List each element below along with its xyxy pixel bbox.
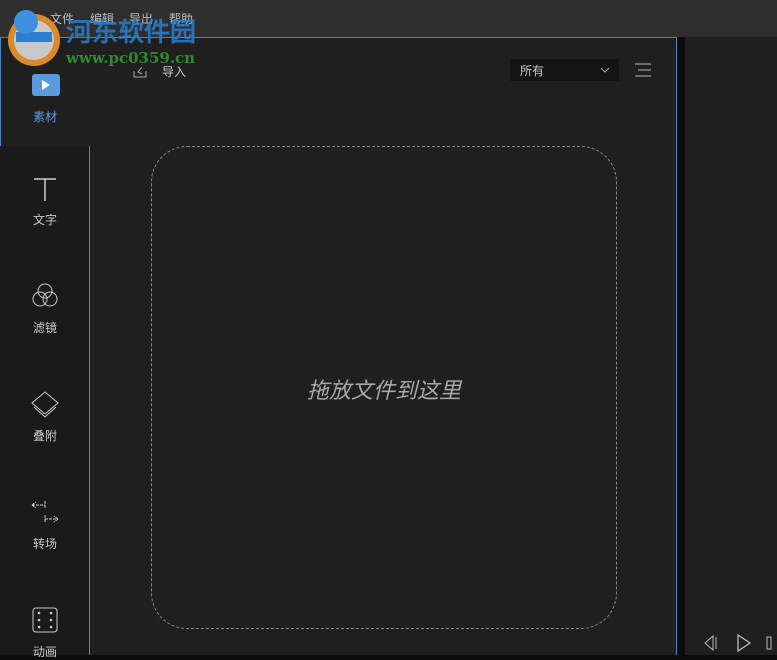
sidebar-label: 素材 (32, 110, 57, 124)
animation-icon (32, 607, 58, 633)
transition-icon (31, 501, 59, 523)
filter-select[interactable]: 所有 (510, 59, 619, 81)
filter-value: 所有 (520, 64, 545, 78)
watermark-url: www.pc0359.cn (66, 49, 196, 67)
drop-zone[interactable]: 拖放文件到这里 (151, 146, 617, 629)
overlay-icon (31, 391, 59, 418)
prev-frame-icon[interactable] (704, 634, 717, 652)
filter-icon (32, 283, 58, 307)
sidebar-item-text[interactable]: 文字 (0, 173, 90, 228)
sidebar-item-filter[interactable]: 滤镜 (0, 281, 90, 336)
sidebar-item-animation[interactable]: 动画 (0, 605, 90, 660)
sidebar-label: 文字 (32, 213, 57, 227)
text-icon (34, 178, 56, 201)
preview-panel (685, 37, 777, 655)
sidebar-label: 叠附 (32, 429, 57, 443)
sidebar-item-overlay[interactable]: 叠附 (0, 389, 90, 444)
drop-zone-text: 拖放文件到这里 (306, 379, 461, 404)
sidebar-label: 动画 (32, 645, 57, 659)
sidebar-label: 转场 (32, 537, 57, 551)
watermark-logo (8, 10, 60, 66)
next-frame-icon[interactable] (766, 636, 772, 650)
watermark-name: 河东软件园 (66, 18, 197, 48)
media-icon (32, 74, 60, 96)
sidebar-item-media[interactable]: 素材 (0, 70, 90, 125)
chevron-down-icon (600, 67, 610, 73)
list-view-icon[interactable] (633, 63, 653, 77)
play-icon[interactable] (737, 633, 752, 653)
sidebar-label: 滤镜 (32, 321, 57, 335)
playback-controls (704, 633, 772, 653)
sidebar-item-transition[interactable]: 转场 (0, 497, 90, 552)
